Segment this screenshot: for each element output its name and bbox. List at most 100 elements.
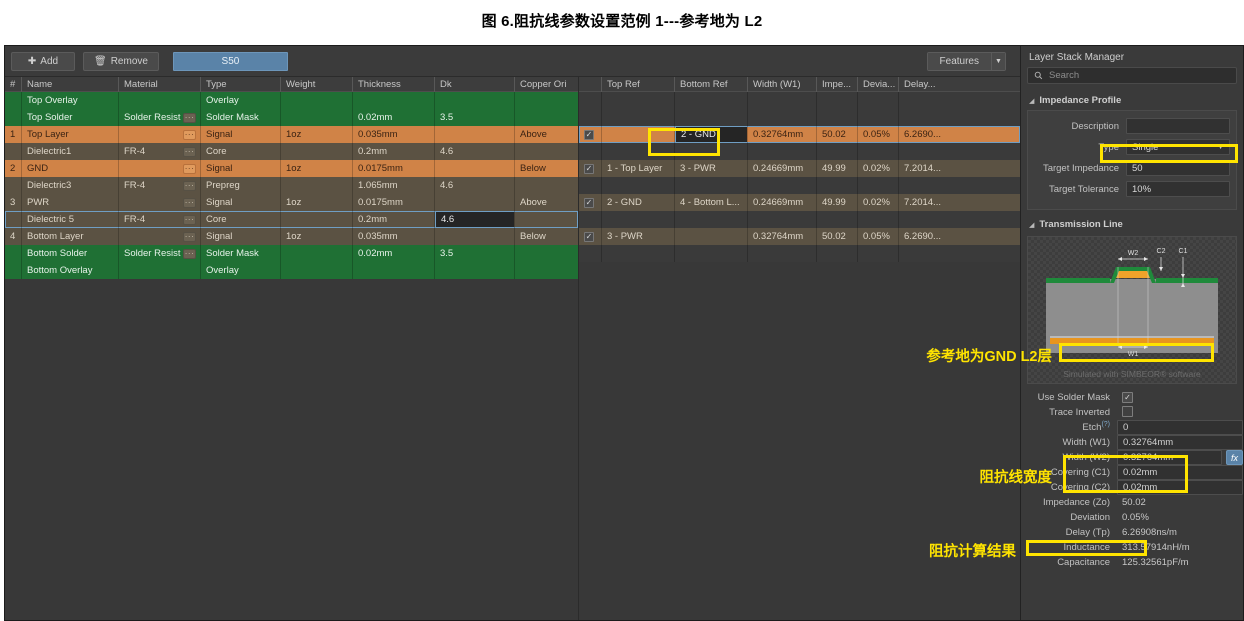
tab-s50[interactable]: S50: [172, 51, 288, 71]
column-header[interactable]: Copper Ori: [514, 76, 578, 92]
table-cell[interactable]: [601, 126, 674, 143]
table-cell[interactable]: 1 - Top Layer: [601, 160, 674, 177]
column-header[interactable]: Delay...: [898, 76, 1008, 92]
table-cell[interactable]: [5, 92, 21, 109]
table-cell[interactable]: ···: [118, 194, 200, 211]
table-cell[interactable]: 0.02mm: [352, 109, 434, 126]
table-cell[interactable]: 0.32764mm: [747, 126, 816, 143]
table-cell[interactable]: 0.24669mm: [747, 194, 816, 211]
table-cell[interactable]: 0.02%: [857, 160, 898, 177]
table-cell[interactable]: [514, 143, 578, 160]
ellipsis-icon[interactable]: ···: [183, 163, 196, 174]
property-input[interactable]: 0.02mm: [1117, 465, 1243, 480]
table-row[interactable]: 2 GND ··· Signal 1oz 0.0175mm Below: [5, 160, 578, 177]
table-cell[interactable]: [5, 211, 21, 228]
table-row[interactable]: Dielectric 5 FR-4 ··· Core 0.2mm 4.6: [5, 211, 578, 228]
table-cell[interactable]: 50.02: [816, 228, 857, 245]
table-cell[interactable]: [898, 177, 1008, 194]
table-cell[interactable]: [5, 177, 21, 194]
table-row[interactable]: 4 Bottom Layer ··· Signal 1oz 0.035mm Below: [5, 228, 578, 245]
table-cell[interactable]: [747, 177, 816, 194]
table-cell[interactable]: [5, 143, 21, 160]
table-cell[interactable]: [747, 143, 816, 160]
column-header[interactable]: Thickness: [352, 76, 434, 92]
table-cell[interactable]: [674, 245, 747, 262]
description-input[interactable]: [1126, 118, 1230, 134]
column-header[interactable]: Material: [118, 76, 200, 92]
search-input[interactable]: Search: [1027, 67, 1237, 84]
table-cell[interactable]: Solder Mask: [200, 109, 280, 126]
table-cell[interactable]: Below: [514, 228, 578, 245]
table-cell[interactable]: [5, 109, 21, 126]
checkbox[interactable]: ✓: [1122, 392, 1133, 403]
table-cell[interactable]: GND: [21, 160, 118, 177]
table-cell[interactable]: [352, 262, 434, 279]
column-header[interactable]: Width (W1): [747, 76, 816, 92]
table-cell[interactable]: ···: [118, 126, 200, 143]
table-cell[interactable]: [579, 177, 601, 194]
row-checkbox[interactable]: ✓: [584, 164, 594, 174]
column-header[interactable]: Impe...: [816, 76, 857, 92]
chevron-down-icon[interactable]: ▼: [1217, 144, 1224, 151]
table-cell[interactable]: 0.0175mm: [352, 194, 434, 211]
table-cell[interactable]: Dielectric 5: [21, 211, 118, 228]
table-cell[interactable]: [352, 92, 434, 109]
table-cell[interactable]: Prepreg: [200, 177, 280, 194]
table-cell[interactable]: FR-4 ···: [118, 211, 200, 228]
table-cell[interactable]: [898, 109, 1008, 126]
checkbox[interactable]: [1122, 405, 1133, 417]
table-cell[interactable]: [434, 160, 514, 177]
ellipsis-icon[interactable]: ···: [183, 129, 196, 140]
table-cell[interactable]: FR-4 ···: [118, 177, 200, 194]
table-cell[interactable]: [601, 143, 674, 160]
table-cell[interactable]: [579, 143, 601, 160]
remove-button[interactable]: 🗑 Remove: [83, 51, 159, 71]
table-cell[interactable]: [280, 262, 352, 279]
target-tolerance-input[interactable]: 10%: [1126, 181, 1230, 197]
table-cell[interactable]: Above: [514, 126, 578, 143]
table-cell[interactable]: [280, 143, 352, 160]
column-header[interactable]: Devia...: [857, 76, 898, 92]
table-cell[interactable]: [674, 143, 747, 160]
table-row[interactable]: Top Solder Solder Resist ··· Solder Mask 0.0…: [5, 109, 578, 126]
table-row[interactable]: [579, 143, 1020, 160]
table-cell[interactable]: [601, 92, 674, 109]
table-cell[interactable]: 1oz: [280, 228, 352, 245]
row-checkbox[interactable]: ✓: [584, 198, 594, 208]
table-cell[interactable]: PWR: [21, 194, 118, 211]
property-input[interactable]: 0.02mm: [1117, 480, 1243, 495]
table-cell[interactable]: [857, 92, 898, 109]
table-cell[interactable]: [118, 92, 200, 109]
ellipsis-icon[interactable]: ···: [183, 180, 196, 191]
help-icon[interactable]: (?): [1101, 421, 1110, 428]
table-cell[interactable]: 2: [5, 160, 21, 177]
table-cell[interactable]: [579, 245, 601, 262]
ellipsis-icon[interactable]: ···: [183, 146, 196, 157]
section-impedance-profile[interactable]: ◢ Impedance Profile: [1021, 92, 1243, 110]
column-header[interactable]: [579, 77, 601, 92]
table-cell[interactable]: [816, 109, 857, 126]
collapse-triangle-icon[interactable]: ◢: [1029, 97, 1034, 105]
table-cell[interactable]: Dielectric3: [21, 177, 118, 194]
table-row[interactable]: [579, 245, 1020, 262]
table-cell[interactable]: [857, 143, 898, 160]
table-cell[interactable]: [579, 211, 601, 228]
table-cell[interactable]: [434, 92, 514, 109]
table-cell[interactable]: 1: [5, 126, 21, 143]
table-cell[interactable]: 1oz: [280, 194, 352, 211]
table-cell[interactable]: 1oz: [280, 160, 352, 177]
table-cell[interactable]: [747, 92, 816, 109]
table-cell[interactable]: Overlay: [200, 92, 280, 109]
table-cell[interactable]: 4.6: [434, 143, 514, 160]
table-cell[interactable]: ✓: [579, 228, 601, 245]
table-cell[interactable]: Below: [514, 160, 578, 177]
table-cell[interactable]: 2 - GND: [674, 126, 747, 143]
table-cell[interactable]: ✓: [579, 160, 601, 177]
table-cell[interactable]: [280, 92, 352, 109]
ellipsis-icon[interactable]: ···: [183, 214, 196, 225]
table-cell[interactable]: 49.99: [816, 194, 857, 211]
table-cell[interactable]: [601, 245, 674, 262]
table-cell[interactable]: ✓: [579, 126, 601, 143]
table-cell[interactable]: [674, 92, 747, 109]
table-cell[interactable]: [601, 177, 674, 194]
